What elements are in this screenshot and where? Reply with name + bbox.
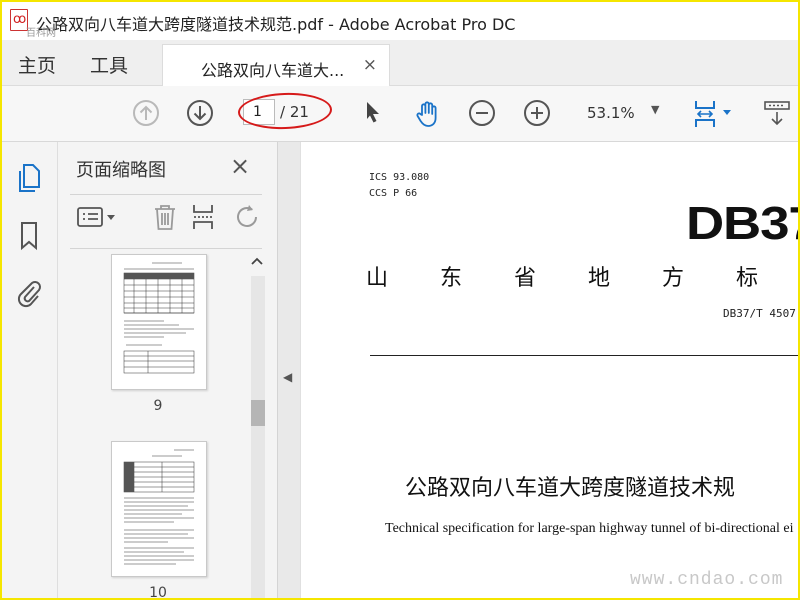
tab-tools[interactable]: 工具 xyxy=(90,51,128,78)
arrow-down-circle-icon[interactable] xyxy=(185,98,215,128)
thumbnail-scrollbar[interactable] xyxy=(249,254,265,598)
panel-title: 页面缩略图 xyxy=(76,160,166,181)
window-title: 公路双向八车道大跨度隧道技术规范.pdf - Adobe Acrobat Pro… xyxy=(36,15,516,34)
highlight-annotation xyxy=(237,91,333,131)
chevron-down-icon: ▼ xyxy=(651,103,660,116)
divider xyxy=(70,248,262,249)
toolbar: 1 / 21 53.1% ▼ xyxy=(2,86,798,142)
paperclip-icon[interactable] xyxy=(16,278,42,308)
title-bar: ꝏ 公路双向八车道大跨度隧道技术规范.pdf - Adobe Acrobat P… xyxy=(2,2,798,40)
options-menu-icon[interactable] xyxy=(76,204,120,232)
tab-bar: 主页 工具 公路双向八车道大... × xyxy=(2,40,798,87)
left-rail xyxy=(2,142,58,598)
scroll-mode-icon[interactable] xyxy=(762,98,794,128)
close-tab-icon[interactable]: × xyxy=(363,55,377,75)
thumbnail-list: 9 10 xyxy=(58,252,248,598)
zoom-value: 53.1% xyxy=(587,104,635,122)
tab-home[interactable]: 主页 xyxy=(18,51,56,78)
ccs-code: CCS P 66 xyxy=(369,188,418,199)
standard-number: DB37/T 4507 xyxy=(723,307,796,320)
hand-icon[interactable] xyxy=(412,98,442,128)
watermark: www.cndao.com xyxy=(630,570,784,590)
document-title-cn: 公路双向八车道大跨度隧道技术规 xyxy=(405,476,736,501)
plus-circle-icon[interactable] xyxy=(522,98,552,128)
thumbnail-page-number: 10 xyxy=(149,585,167,598)
horizontal-rule xyxy=(370,355,798,356)
document-tab-label: 公路双向八车道大... xyxy=(201,61,345,80)
thumbnail-page-number: 9 xyxy=(153,398,163,414)
province-standard-title: 山东省地方标 xyxy=(366,266,798,291)
app-window: ꝏ 公路双向八车道大跨度隧道技术规范.pdf - Adobe Acrobat P… xyxy=(0,0,800,600)
minus-circle-icon[interactable] xyxy=(467,98,497,128)
scroll-thumb[interactable] xyxy=(251,400,265,426)
document-title-en: Technical specification for large-span h… xyxy=(385,521,794,536)
cursor-arrow-icon[interactable] xyxy=(358,98,388,128)
zoom-select[interactable]: 53.1% ▼ xyxy=(577,100,667,128)
thumbnail-page-9[interactable] xyxy=(111,254,207,390)
document-view[interactable]: ICS 93.080 CCS P 66 DB37 山东省地方标 DB37/T 4… xyxy=(300,142,798,598)
pages-icon[interactable] xyxy=(16,162,42,192)
panel-splitter[interactable]: ◀ xyxy=(277,142,301,598)
thumbnail-page-10[interactable] xyxy=(111,441,207,577)
scroll-track[interactable] xyxy=(251,276,265,598)
document-tab[interactable]: 公路双向八车道大... × xyxy=(162,44,390,87)
insert-page-icon[interactable] xyxy=(190,202,220,232)
collapse-arrow-icon[interactable]: ◀ xyxy=(283,370,292,384)
panel-tools xyxy=(58,196,277,240)
delete-icon[interactable] xyxy=(150,202,180,232)
standard-logo: DB37 xyxy=(686,197,798,249)
page-edge xyxy=(300,142,301,598)
chevron-up-icon[interactable] xyxy=(249,254,265,270)
rotate-icon[interactable] xyxy=(232,202,262,232)
divider xyxy=(70,194,262,195)
ics-code: ICS 93.080 xyxy=(369,172,430,183)
bookmark-icon[interactable] xyxy=(16,220,42,251)
arrow-up-circle-icon[interactable] xyxy=(131,98,161,128)
fit-page-icon[interactable] xyxy=(692,98,738,128)
watermark-small: 百科网 xyxy=(26,28,56,39)
thumbnail-panel: 页面缩略图 × 9 10 xyxy=(58,142,277,598)
close-panel-icon[interactable]: × xyxy=(230,152,250,180)
